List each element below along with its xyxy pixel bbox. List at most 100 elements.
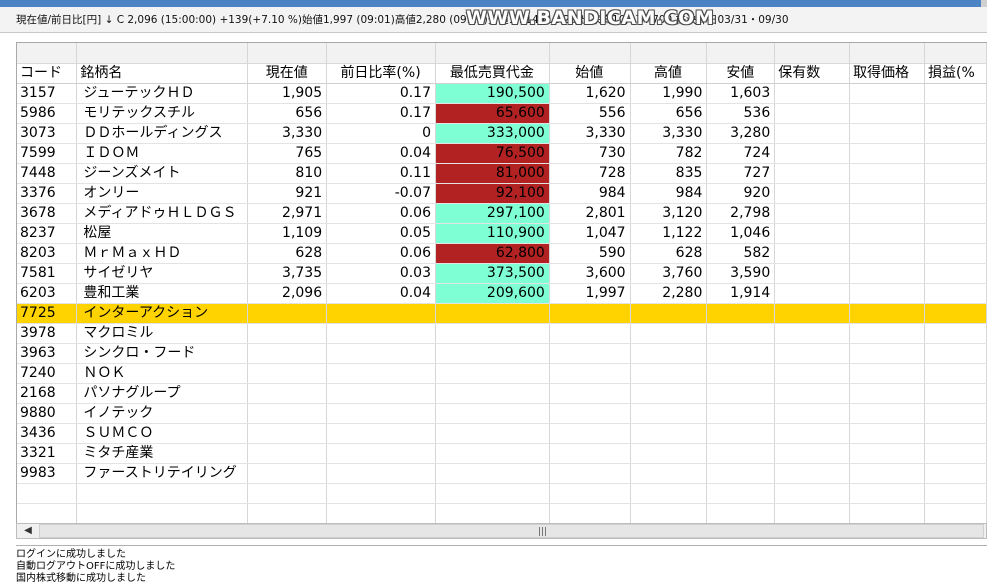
table-row[interactable]: 3678 メディアドゥＨＬＤＧＳ 2,971 0.06 297,100 2,801 3,12… — [17, 203, 987, 224]
cell-name: モリテックスチル — [76, 103, 249, 124]
scroll-thumb[interactable]: ||| — [39, 524, 984, 538]
cell-high — [630, 423, 708, 444]
cell-empty — [774, 203, 851, 224]
cell-empty — [849, 263, 925, 284]
column-header[interactable]: 始値 — [549, 63, 631, 84]
cell-high: 782 — [630, 143, 708, 164]
column-header[interactable]: 前日比率(%) — [326, 63, 436, 84]
table-row[interactable]: 2168 パソナグループ — [17, 383, 987, 404]
cell-min — [435, 343, 550, 364]
table-row[interactable]: 3376 オンリー 921 -0.07 92,100 984 984 920 — [17, 183, 987, 204]
table-row[interactable]: 8203 ＭｒＭａｘＨＤ 628 0.06 62,800 590 628 582 — [17, 243, 987, 264]
table-row[interactable]: 6203 豊和工業 2,096 0.04 209,600 1,997 2,280 1,914 — [17, 283, 987, 304]
cell-empty — [849, 223, 925, 244]
table-row[interactable]: 7725 インターアクション — [17, 303, 987, 324]
cell-min — [435, 443, 550, 464]
cell-price — [247, 363, 328, 384]
cell-empty — [774, 503, 851, 523]
table-row[interactable]: 3978 マクロミル — [17, 323, 987, 344]
cell-name: シンクロ・フード — [76, 343, 249, 364]
cell-low — [706, 383, 776, 404]
cell-open: 1,047 — [549, 223, 631, 244]
column-header[interactable]: 現在値 — [247, 63, 328, 84]
cell-code: 7240 — [17, 363, 78, 384]
cell-open — [549, 383, 631, 404]
column-header[interactable]: 保有数 — [774, 63, 851, 84]
column-header[interactable]: コード — [17, 63, 78, 84]
table-row[interactable]: 3321 ミタチ産業 — [17, 443, 987, 464]
cell-change — [326, 363, 436, 384]
cell-empty — [774, 163, 851, 184]
cell-min: 81,000 — [435, 163, 550, 184]
column-header[interactable]: 最低売買代金 — [435, 63, 550, 84]
cell-change: 0 — [326, 123, 436, 144]
cell-price — [247, 403, 328, 424]
cell-open — [549, 363, 631, 384]
scroll-left-arrow-icon[interactable]: ◀ — [17, 524, 40, 538]
cell-empty — [924, 423, 987, 444]
cell-low — [706, 363, 776, 384]
cell-open: 728 — [549, 163, 631, 184]
cell-empty — [924, 83, 987, 104]
cell-min — [435, 463, 550, 484]
cell-empty — [849, 483, 925, 504]
cell-low — [706, 403, 776, 424]
cell-high — [630, 323, 708, 344]
cell-empty — [706, 503, 776, 523]
table-row[interactable]: 5986 モリテックスチル 656 0.17 65,600 556 656 536 — [17, 103, 987, 124]
table-row-empty[interactable] — [17, 483, 987, 504]
table-row[interactable]: 7599 ＩＤＯＭ 765 0.04 76,500 730 782 724 — [17, 143, 987, 164]
cell-open — [549, 443, 631, 464]
table-row[interactable]: 3157 ジューテックＨＤ 1,905 0.17 190,500 1,620 1,990 1,… — [17, 83, 987, 104]
cell-empty — [774, 343, 851, 364]
cell-low: 1,046 — [706, 223, 776, 244]
column-header[interactable]: 損益(% — [924, 63, 987, 84]
table-row-empty[interactable] — [17, 503, 987, 523]
cell-low: 1,603 — [706, 83, 776, 104]
stock-grid[interactable]: コード 銘柄名 現在値 前日比率(%) 最低売買代金 始値 高値 安値 保有数 取得価格 損益(% … — [16, 42, 987, 523]
column-header[interactable]: 高値 — [630, 63, 708, 84]
cell-change: 0.17 — [326, 103, 436, 124]
cell-code: 7725 — [17, 303, 78, 324]
cell-code: 3157 — [17, 83, 78, 104]
table-row[interactable]: 7448 ジーンズメイト 810 0.11 81,000 728 835 727 — [17, 163, 987, 184]
cell-empty — [924, 503, 987, 523]
scroll-grip-icon: ||| — [538, 527, 548, 537]
cell-change — [326, 423, 436, 444]
table-row[interactable]: 3073 ＤＤホールディングス 3,330 0 333,000 3,330 3,330 3,2… — [17, 123, 987, 144]
cell-low — [706, 303, 776, 324]
cell-high: 3,120 — [630, 203, 708, 224]
cell-min — [435, 403, 550, 424]
table-row[interactable]: 7581 サイゼリヤ 3,735 0.03 373,500 3,600 3,760 3,590 — [17, 263, 987, 284]
cell-empty — [849, 303, 925, 324]
cell-price — [247, 383, 328, 404]
cell-price — [247, 323, 328, 344]
log-line: 国内株式移動に成功しました — [16, 573, 146, 584]
column-header[interactable]: 取得価格 — [849, 63, 925, 84]
stock-table: コード 銘柄名 現在値 前日比率(%) 最低売買代金 始値 高値 安値 保有数 取得価格 損益(% … — [17, 43, 987, 523]
cell-empty — [924, 203, 987, 224]
horizontal-scrollbar[interactable]: ◀ ||| — [16, 523, 987, 539]
table-row[interactable]: 9983 ファーストリテイリング — [17, 463, 987, 484]
table-row[interactable]: 9880 イノテック — [17, 403, 987, 424]
cell-code: 3321 — [17, 443, 78, 464]
cell-min — [435, 363, 550, 384]
cell-empty — [924, 143, 987, 164]
cell-code: 3978 — [17, 323, 78, 344]
cell-empty — [549, 483, 631, 504]
cell-empty — [849, 383, 925, 404]
table-row[interactable]: 3436 ＳＵＭＣＯ — [17, 423, 987, 444]
cell-min — [435, 383, 550, 404]
cell-high — [630, 303, 708, 324]
cell-low: 724 — [706, 143, 776, 164]
table-row[interactable]: 3963 シンクロ・フード — [17, 343, 987, 364]
column-header[interactable]: 銘柄名 — [76, 63, 249, 84]
cell-min: 373,500 — [435, 263, 550, 284]
cell-empty — [774, 363, 851, 384]
cell-empty — [247, 503, 328, 523]
recorder-watermark: WWW.BANDICAM.COM — [466, 7, 715, 29]
column-header[interactable]: 安値 — [706, 63, 776, 84]
table-row[interactable]: 8237 松屋 1,109 0.05 110,900 1,047 1,122 1,046 — [17, 223, 987, 244]
table-row[interactable]: 7240 ＮＯＫ — [17, 363, 987, 384]
cell-empty — [924, 343, 987, 364]
